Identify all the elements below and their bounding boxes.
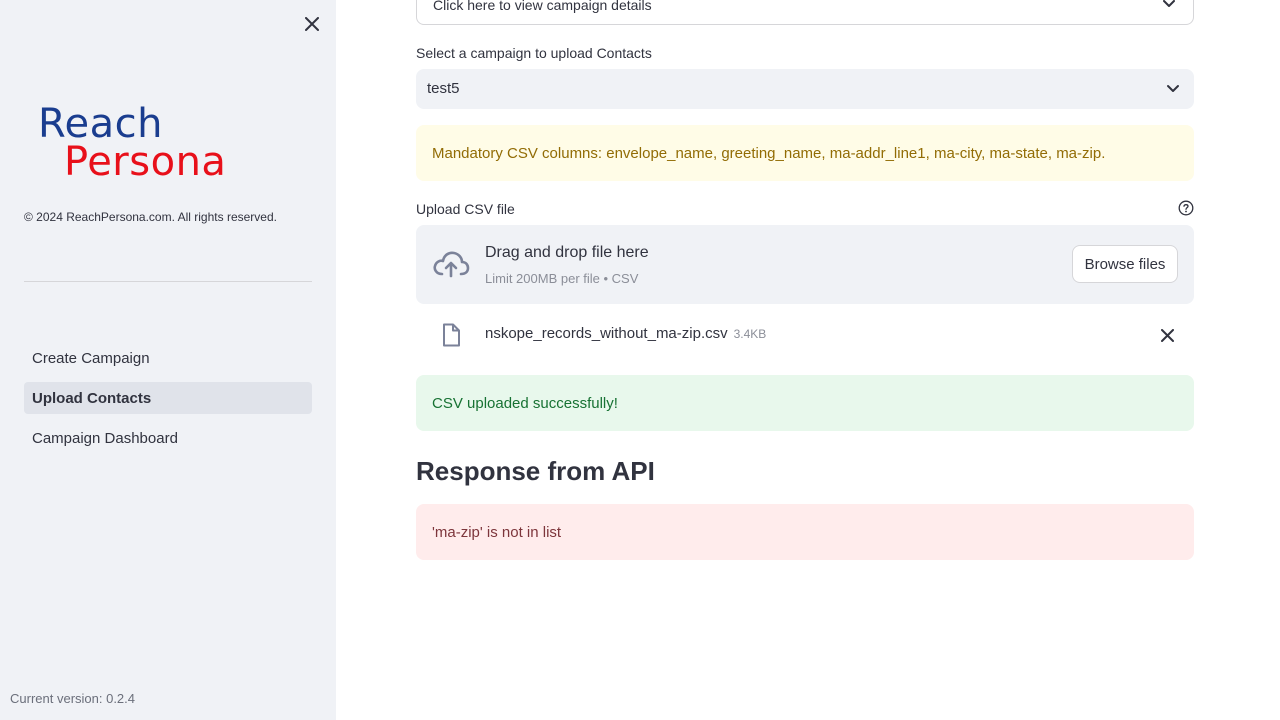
browse-files-button[interactable]: Browse files [1072, 245, 1178, 283]
upload-success-alert: CSV uploaded successfully! [416, 375, 1194, 431]
sidebar-item-campaign-dashboard[interactable]: Campaign Dashboard [24, 422, 312, 454]
file-icon [441, 323, 461, 352]
dropzone-limit: Limit 200MB per file • CSV [485, 271, 639, 286]
sidebar-item-upload-contacts[interactable]: Upload Contacts [24, 382, 312, 414]
file-name-text: nskope_records_without_ma-zip.csv [485, 325, 728, 342]
chevron-down-icon [1163, 0, 1175, 13]
uploaded-file-row: nskope_records_without_ma-zip.csv 3.4KB [416, 318, 1194, 352]
close-icon[interactable] [300, 12, 324, 36]
sidebar-item-create-campaign[interactable]: Create Campaign [24, 342, 312, 374]
campaign-select[interactable]: test5 [416, 69, 1194, 109]
reachpersona-logo: Reach Persona [38, 104, 300, 184]
file-size: 3.4KB [733, 327, 767, 341]
upload-csv-label: Upload CSV file [416, 201, 515, 217]
sidebar-divider [24, 281, 312, 282]
logo-text-persona: Persona [64, 139, 227, 185]
campaign-select-label: Select a campaign to upload Contacts [416, 45, 652, 61]
uploaded-file-name: nskope_records_without_ma-zip.csv 3.4KB [485, 325, 766, 342]
dropzone-title: Drag and drop file here [485, 244, 649, 261]
file-dropzone[interactable]: Drag and drop file here Limit 200MB per … [416, 225, 1194, 304]
chevron-down-icon [1166, 81, 1180, 100]
sidebar: Reach Persona © 2024 ReachPersona.com. A… [0, 0, 336, 720]
mandatory-columns-warning: Mandatory CSV columns: envelope_name, gr… [416, 125, 1194, 181]
help-icon[interactable] [1178, 200, 1194, 216]
copyright-text: © 2024 ReachPersona.com. All rights rese… [24, 210, 277, 224]
campaign-select-value: test5 [427, 80, 460, 97]
response-heading: Response from API [416, 456, 655, 486]
expander-label: Click here to view campaign details [433, 0, 652, 13]
campaign-details-expander[interactable]: Click here to view campaign details [416, 0, 1194, 25]
cloud-upload-icon [432, 249, 470, 284]
api-error-alert: 'ma-zip' is not in list [416, 504, 1194, 560]
remove-file-icon[interactable] [1158, 326, 1176, 344]
sidebar-nav: Create Campaign Upload Contacts Campaign… [24, 342, 312, 462]
version-text: Current version: 0.2.4 [10, 691, 136, 706]
logo-text-reach: Reach [38, 101, 163, 147]
